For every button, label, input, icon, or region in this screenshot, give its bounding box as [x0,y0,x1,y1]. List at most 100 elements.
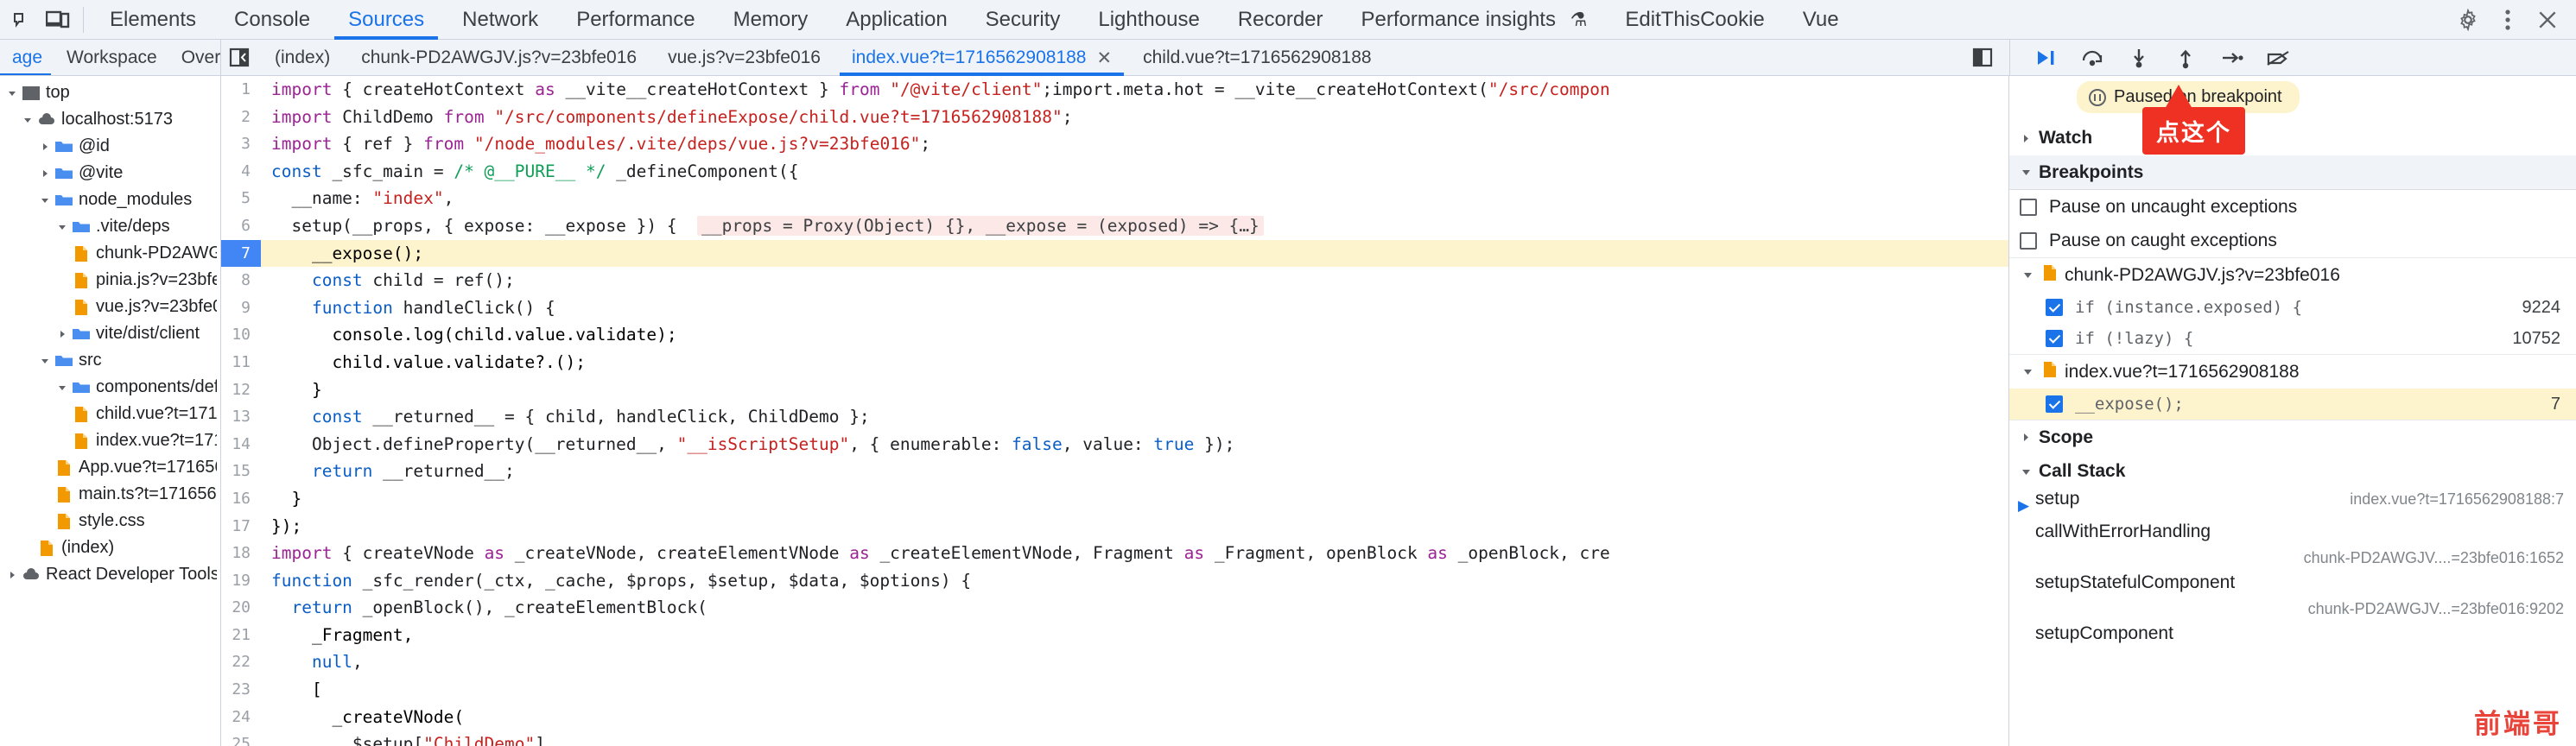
collapse-navigator-icon[interactable] [221,40,259,75]
chevron-down-icon[interactable] [2018,367,2037,376]
tab-performance-insights[interactable]: Performance insights ⚗ [1342,0,1607,40]
tree-row[interactable]: pinia.js?v=23bfe016 [0,267,220,294]
twisty-right-icon[interactable] [3,570,21,580]
twisty-down-icon[interactable] [19,115,36,125]
twisty-down-icon[interactable] [54,222,71,232]
code-line[interactable]: 16 } [221,485,2008,513]
code-line[interactable]: 20 return _openBlock(), _createElementBl… [221,594,2008,622]
twisty-down-icon[interactable] [36,195,54,205]
file-tab-child-vue[interactable]: child.vue?t=1716562908188 [1127,40,1387,76]
call-stack-frame[interactable]: setupStatefulComponent [2009,572,2576,605]
breakpoint-group-file[interactable]: index.vue?t=1716562908188 [2009,354,2576,389]
tab-elements[interactable]: Elements [91,0,215,40]
code-line[interactable]: 6 setup(__props, { expose: __expose }) {… [221,212,2008,240]
code-line[interactable]: 13 const __returned__ = { child, handleC… [221,403,2008,431]
pause-on-uncaught-exceptions-row[interactable]: Pause on uncaught exceptions [2009,190,2576,224]
breakpoint-enabled-checkbox[interactable] [2046,395,2063,413]
file-tab-index[interactable]: (index) [259,40,346,76]
chevron-right-icon[interactable] [2016,433,2035,442]
file-tab-index-vue[interactable]: index.vue?t=1716562908188 ✕ [836,40,1127,76]
tree-row[interactable]: React Developer Tools [0,561,220,588]
tree-row[interactable]: App.vue?t=1716562908188 [0,454,220,481]
tab-memory[interactable]: Memory [714,0,828,40]
breakpoint-group-file[interactable]: chunk-PD2AWGJV.js?v=23bfe016 [2009,257,2576,292]
close-devtools-icon[interactable] [2528,2,2567,38]
tab-performance[interactable]: Performance [557,0,714,40]
twisty-down-icon[interactable] [3,88,21,98]
deactivate-breakpoints-icon[interactable] [2256,40,2302,76]
chevron-down-icon[interactable] [2016,467,2035,477]
tree-row[interactable]: src [0,347,220,374]
code-line[interactable]: 9 function handleClick() { [221,294,2008,322]
breakpoint-enabled-checkbox[interactable] [2046,330,2063,347]
tree-row[interactable]: vite/dist/client [0,320,220,347]
tab-console[interactable]: Console [215,0,329,40]
tab-editthiscookie[interactable]: EditThisCookie [1606,0,1783,40]
resume-script-execution-icon[interactable] [2022,40,2069,76]
tree-row[interactable]: (index) [0,534,220,561]
tree-row[interactable]: components/defineExpose [0,374,220,401]
pause-uncaught-checkbox[interactable] [2020,199,2037,216]
tree-row[interactable]: style.css [0,508,220,534]
code-line[interactable]: 23 [ [221,676,2008,704]
code-line[interactable]: 8 const child = ref(); [221,267,2008,294]
code-line[interactable]: 25 $setup["ChildDemo"], [221,730,2008,746]
breakpoint-item[interactable]: if (!lazy) { 10752 [2009,323,2576,354]
code-line[interactable]: 1 import { createHotContext as __vite__c… [221,76,2008,104]
chevron-down-icon[interactable] [2018,270,2037,280]
tab-sources[interactable]: Sources [329,0,443,40]
pause-on-caught-exceptions-row[interactable]: Pause on caught exceptions [2009,224,2576,257]
code-line[interactable]: 19 function _sfc_render(_ctx, _cache, $p… [221,567,2008,595]
chevron-down-icon[interactable] [2016,168,2035,177]
code-line[interactable]: 14 Object.defineProperty(__returned__, "… [221,431,2008,458]
twisty-right-icon[interactable] [36,142,54,152]
code-line[interactable]: 24 _createVNode( [221,704,2008,731]
tab-network[interactable]: Network [443,0,557,40]
step-over-next-function-call-icon[interactable] [2069,40,2116,76]
inspect-element-icon[interactable] [3,2,40,38]
tab-application[interactable]: Application [827,0,966,40]
code-line-current[interactable]: 7 __expose(); [221,240,2008,268]
navigator-file-tree[interactable]: top localhost:5173 @id @vite node_module… [0,76,221,746]
code-line[interactable]: 4 const _sfc_main = /* @__PURE__ */ _def… [221,158,2008,186]
file-tab-vue-js[interactable]: vue.js?v=23bfe016 [652,40,836,76]
twisty-right-icon[interactable] [36,168,54,179]
breakpoints-section-header[interactable]: Breakpoints [2009,155,2576,190]
tab-recorder[interactable]: Recorder [1219,0,1342,40]
call-stack-frame-active[interactable]: ▶ setup index.vue?t=1716562908188:7 [2009,489,2576,522]
code-line[interactable]: 5 __name: "index", [221,185,2008,212]
subtab-page[interactable]: age [0,40,54,75]
tab-security[interactable]: Security [967,0,1080,40]
settings-gear-icon[interactable] [2448,2,2488,38]
code-line[interactable]: 18 import { createVNode as _createVNode,… [221,540,2008,567]
code-line[interactable]: 3 import { ref } from "/node_modules/.vi… [221,130,2008,158]
twisty-down-icon[interactable] [54,382,71,393]
tree-row[interactable]: index.vue?t=1716562908188 [0,427,220,454]
tab-lighthouse[interactable]: Lighthouse [1079,0,1218,40]
call-stack-frame[interactable]: callWithErrorHandling [2009,522,2576,554]
step-icon[interactable] [2209,40,2256,76]
code-line[interactable]: 12 } [221,376,2008,404]
twisty-down-icon[interactable] [36,356,54,366]
tree-row[interactable]: main.ts?t=1716562908188 [0,481,220,508]
subtab-workspace[interactable]: Workspace [54,40,169,75]
tab-vue[interactable]: Vue [1784,0,1858,40]
file-tab-chunk-pd2awgjv[interactable]: chunk-PD2AWGJV.js?v=23bfe016 [346,40,652,76]
close-tab-icon[interactable]: ✕ [1097,49,1113,67]
step-into-next-function-call-icon[interactable] [2116,40,2162,76]
twisty-right-icon[interactable] [54,329,71,339]
code-line[interactable]: 21 _Fragment, [221,622,2008,649]
tree-row[interactable]: chunk-PD2AWGJV.js?v=23bfe0 [0,240,220,267]
breakpoint-enabled-checkbox[interactable] [2046,299,2063,316]
source-code-editor[interactable]: 1 import { createHotContext as __vite__c… [221,76,2009,746]
watch-section-header[interactable]: Watch [2009,121,2576,155]
code-line[interactable]: 17 }); [221,513,2008,541]
call-stack-section-header[interactable]: Call Stack [2009,454,2576,489]
tree-row[interactable]: @vite [0,160,220,186]
chevron-right-icon[interactable] [2016,134,2035,143]
pause-caught-checkbox[interactable] [2020,232,2037,250]
code-line[interactable]: 11 child.value.validate?.(); [221,349,2008,376]
step-out-of-current-function-icon[interactable] [2162,40,2209,76]
tree-row[interactable]: top [0,79,220,106]
tree-row[interactable]: localhost:5173 [0,106,220,133]
